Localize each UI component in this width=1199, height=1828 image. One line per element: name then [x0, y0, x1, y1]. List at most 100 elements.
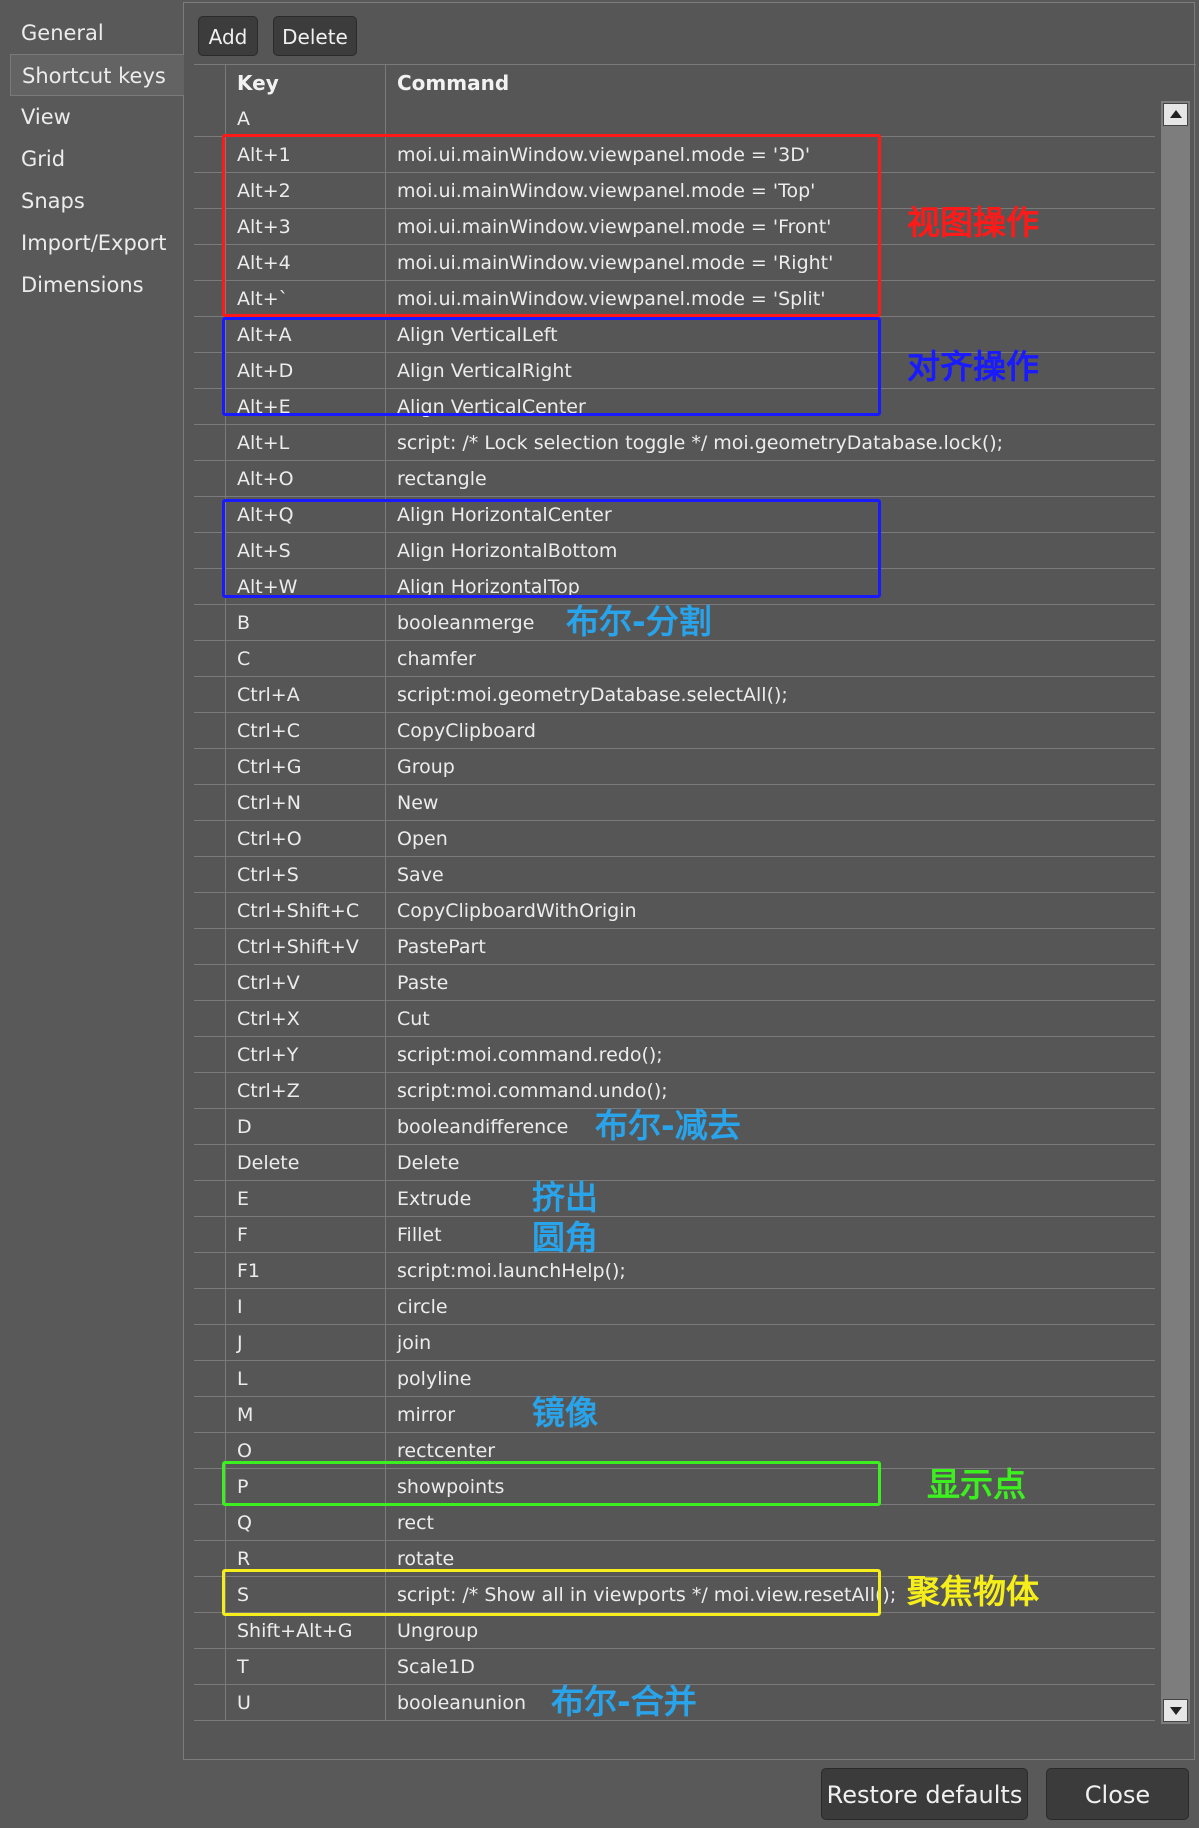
nav-item-import-export[interactable]: Import/Export [10, 222, 183, 264]
table-row[interactable]: Ctrl+Shift+V PastePart [194, 929, 1155, 965]
command-cell[interactable]: rectcenter [385, 1433, 1155, 1469]
table-row[interactable]: Alt+O rectangle [194, 461, 1155, 497]
table-row[interactable]: Ctrl+N New [194, 785, 1155, 821]
command-cell[interactable]: Align VerticalRight [385, 353, 1155, 389]
key-cell[interactable]: A [225, 101, 385, 137]
table-row[interactable]: F Fillet [194, 1217, 1155, 1253]
vertical-scrollbar[interactable] [1161, 101, 1190, 1724]
command-cell[interactable]: mirror [385, 1397, 1155, 1433]
key-cell[interactable]: Alt+W [225, 569, 385, 605]
command-cell[interactable]: chamfer [385, 641, 1155, 677]
key-cell[interactable]: Alt+A [225, 317, 385, 353]
command-cell[interactable]: booleandifference [385, 1109, 1155, 1145]
key-cell[interactable]: Alt+O [225, 461, 385, 497]
table-row[interactable]: Alt+L script: /* Lock selection toggle */… [194, 425, 1155, 461]
key-cell[interactable]: Ctrl+A [225, 677, 385, 713]
table-row[interactable]: Mmirror [194, 1397, 1155, 1433]
command-cell[interactable]: Delete [385, 1145, 1155, 1181]
key-cell[interactable]: Alt+` [225, 281, 385, 317]
command-cell[interactable]: Extrude [385, 1181, 1155, 1217]
table-row[interactable]: Jjoin [194, 1325, 1155, 1361]
table-row[interactable]: Alt+` moi.ui.mainWindow.viewpanel.mode = … [194, 281, 1155, 317]
command-cell[interactable]: Save [385, 857, 1155, 893]
table-row[interactable]: Ctrl+G Group [194, 749, 1155, 785]
restore-defaults-button[interactable]: Restore defaults [821, 1768, 1028, 1820]
key-cell[interactable]: E [225, 1181, 385, 1217]
command-cell[interactable]: CopyClipboardWithOrigin [385, 893, 1155, 929]
table-row[interactable]: Lpolyline [194, 1361, 1155, 1397]
key-cell[interactable]: C [225, 641, 385, 677]
command-cell[interactable]: Align HorizontalBottom [385, 533, 1155, 569]
key-cell[interactable]: I [225, 1289, 385, 1325]
command-cell[interactable] [385, 101, 1155, 137]
key-cell[interactable]: Alt+4 [225, 245, 385, 281]
table-row[interactable]: Ctrl+S Save [194, 857, 1155, 893]
command-cell[interactable]: PastePart [385, 929, 1155, 965]
command-cell[interactable]: rectangle [385, 461, 1155, 497]
command-cell[interactable]: moi.ui.mainWindow.viewpanel.mode = 'Fron… [385, 209, 1155, 245]
table-row[interactable]: Icircle [194, 1289, 1155, 1325]
command-cell[interactable]: script:moi.launchHelp(); [385, 1253, 1155, 1289]
table-row[interactable]: Ctrl+C CopyClipboard [194, 713, 1155, 749]
table-row[interactable]: Ctrl+O Open [194, 821, 1155, 857]
command-cell[interactable]: Fillet [385, 1217, 1155, 1253]
command-cell[interactable]: script: /* Lock selection toggle */ moi.… [385, 425, 1155, 461]
key-cell[interactable]: S [225, 1577, 385, 1613]
key-cell[interactable]: U [225, 1685, 385, 1721]
table-row[interactable]: Alt+1 moi.ui.mainWindow.viewpanel.mode = … [194, 137, 1155, 173]
key-cell[interactable]: Alt+S [225, 533, 385, 569]
key-cell[interactable]: Ctrl+V [225, 965, 385, 1001]
nav-item-grid[interactable]: Grid [10, 138, 183, 180]
key-cell[interactable]: Ctrl+Shift+V [225, 929, 385, 965]
command-cell[interactable]: Align HorizontalTop [385, 569, 1155, 605]
key-cell[interactable]: F1 [225, 1253, 385, 1289]
key-cell[interactable]: D [225, 1109, 385, 1145]
nav-item-view[interactable]: View [10, 96, 183, 138]
key-cell[interactable]: Ctrl+Shift+C [225, 893, 385, 929]
nav-item-shortcut-keys[interactable]: Shortcut keys [10, 54, 184, 96]
command-cell[interactable]: New [385, 785, 1155, 821]
close-button[interactable]: Close [1046, 1768, 1189, 1820]
command-cell[interactable]: moi.ui.mainWindow.viewpanel.mode = 'Righ… [385, 245, 1155, 281]
table-row[interactable]: E Extrude [194, 1181, 1155, 1217]
key-cell[interactable]: Alt+1 [225, 137, 385, 173]
key-cell[interactable]: Ctrl+X [225, 1001, 385, 1037]
key-cell[interactable]: M [225, 1397, 385, 1433]
table-row[interactable]: Alt+E Align VerticalCenter [194, 389, 1155, 425]
delete-button[interactable]: Delete [273, 16, 357, 56]
command-cell[interactable]: booleanmerge [385, 605, 1155, 641]
scroll-down-button[interactable] [1163, 1699, 1188, 1722]
key-cell[interactable]: Alt+L [225, 425, 385, 461]
key-cell[interactable]: Ctrl+O [225, 821, 385, 857]
table-row[interactable]: Alt+S Align HorizontalBottom [194, 533, 1155, 569]
command-cell[interactable]: Align HorizontalCenter [385, 497, 1155, 533]
table-row[interactable]: Ctrl+Y script:moi.command.redo(); [194, 1037, 1155, 1073]
table-row[interactable]: Cchamfer [194, 641, 1155, 677]
command-cell[interactable]: script:moi.command.redo(); [385, 1037, 1155, 1073]
key-cell[interactable]: Alt+D [225, 353, 385, 389]
table-row[interactable]: F1 script:moi.launchHelp(); [194, 1253, 1155, 1289]
key-cell[interactable]: Q [225, 1505, 385, 1541]
column-header-key[interactable]: Key [225, 65, 385, 101]
table-row[interactable]: Orectcenter [194, 1433, 1155, 1469]
key-cell[interactable]: T [225, 1649, 385, 1685]
table-row[interactable]: Delete Delete [194, 1145, 1155, 1181]
command-cell[interactable]: showpoints [385, 1469, 1155, 1505]
key-cell[interactable]: Ctrl+Z [225, 1073, 385, 1109]
key-cell[interactable]: O [225, 1433, 385, 1469]
command-cell[interactable]: moi.ui.mainWindow.viewpanel.mode = '3D' [385, 137, 1155, 173]
key-cell[interactable]: Shift+Alt+G [225, 1613, 385, 1649]
command-cell[interactable]: Open [385, 821, 1155, 857]
command-cell[interactable]: moi.ui.mainWindow.viewpanel.mode = 'Top' [385, 173, 1155, 209]
key-cell[interactable]: Ctrl+C [225, 713, 385, 749]
table-row[interactable]: T Scale1D [194, 1649, 1155, 1685]
command-cell[interactable]: Paste [385, 965, 1155, 1001]
add-button[interactable]: Add [198, 16, 258, 56]
table-row[interactable]: A [194, 101, 1155, 137]
command-cell[interactable]: Align VerticalLeft [385, 317, 1155, 353]
key-cell[interactable]: L [225, 1361, 385, 1397]
table-row[interactable]: Ctrl+A script:moi.geometryDatabase.select… [194, 677, 1155, 713]
nav-item-general[interactable]: General [10, 12, 183, 54]
key-cell[interactable]: Ctrl+G [225, 749, 385, 785]
key-cell[interactable]: Alt+E [225, 389, 385, 425]
